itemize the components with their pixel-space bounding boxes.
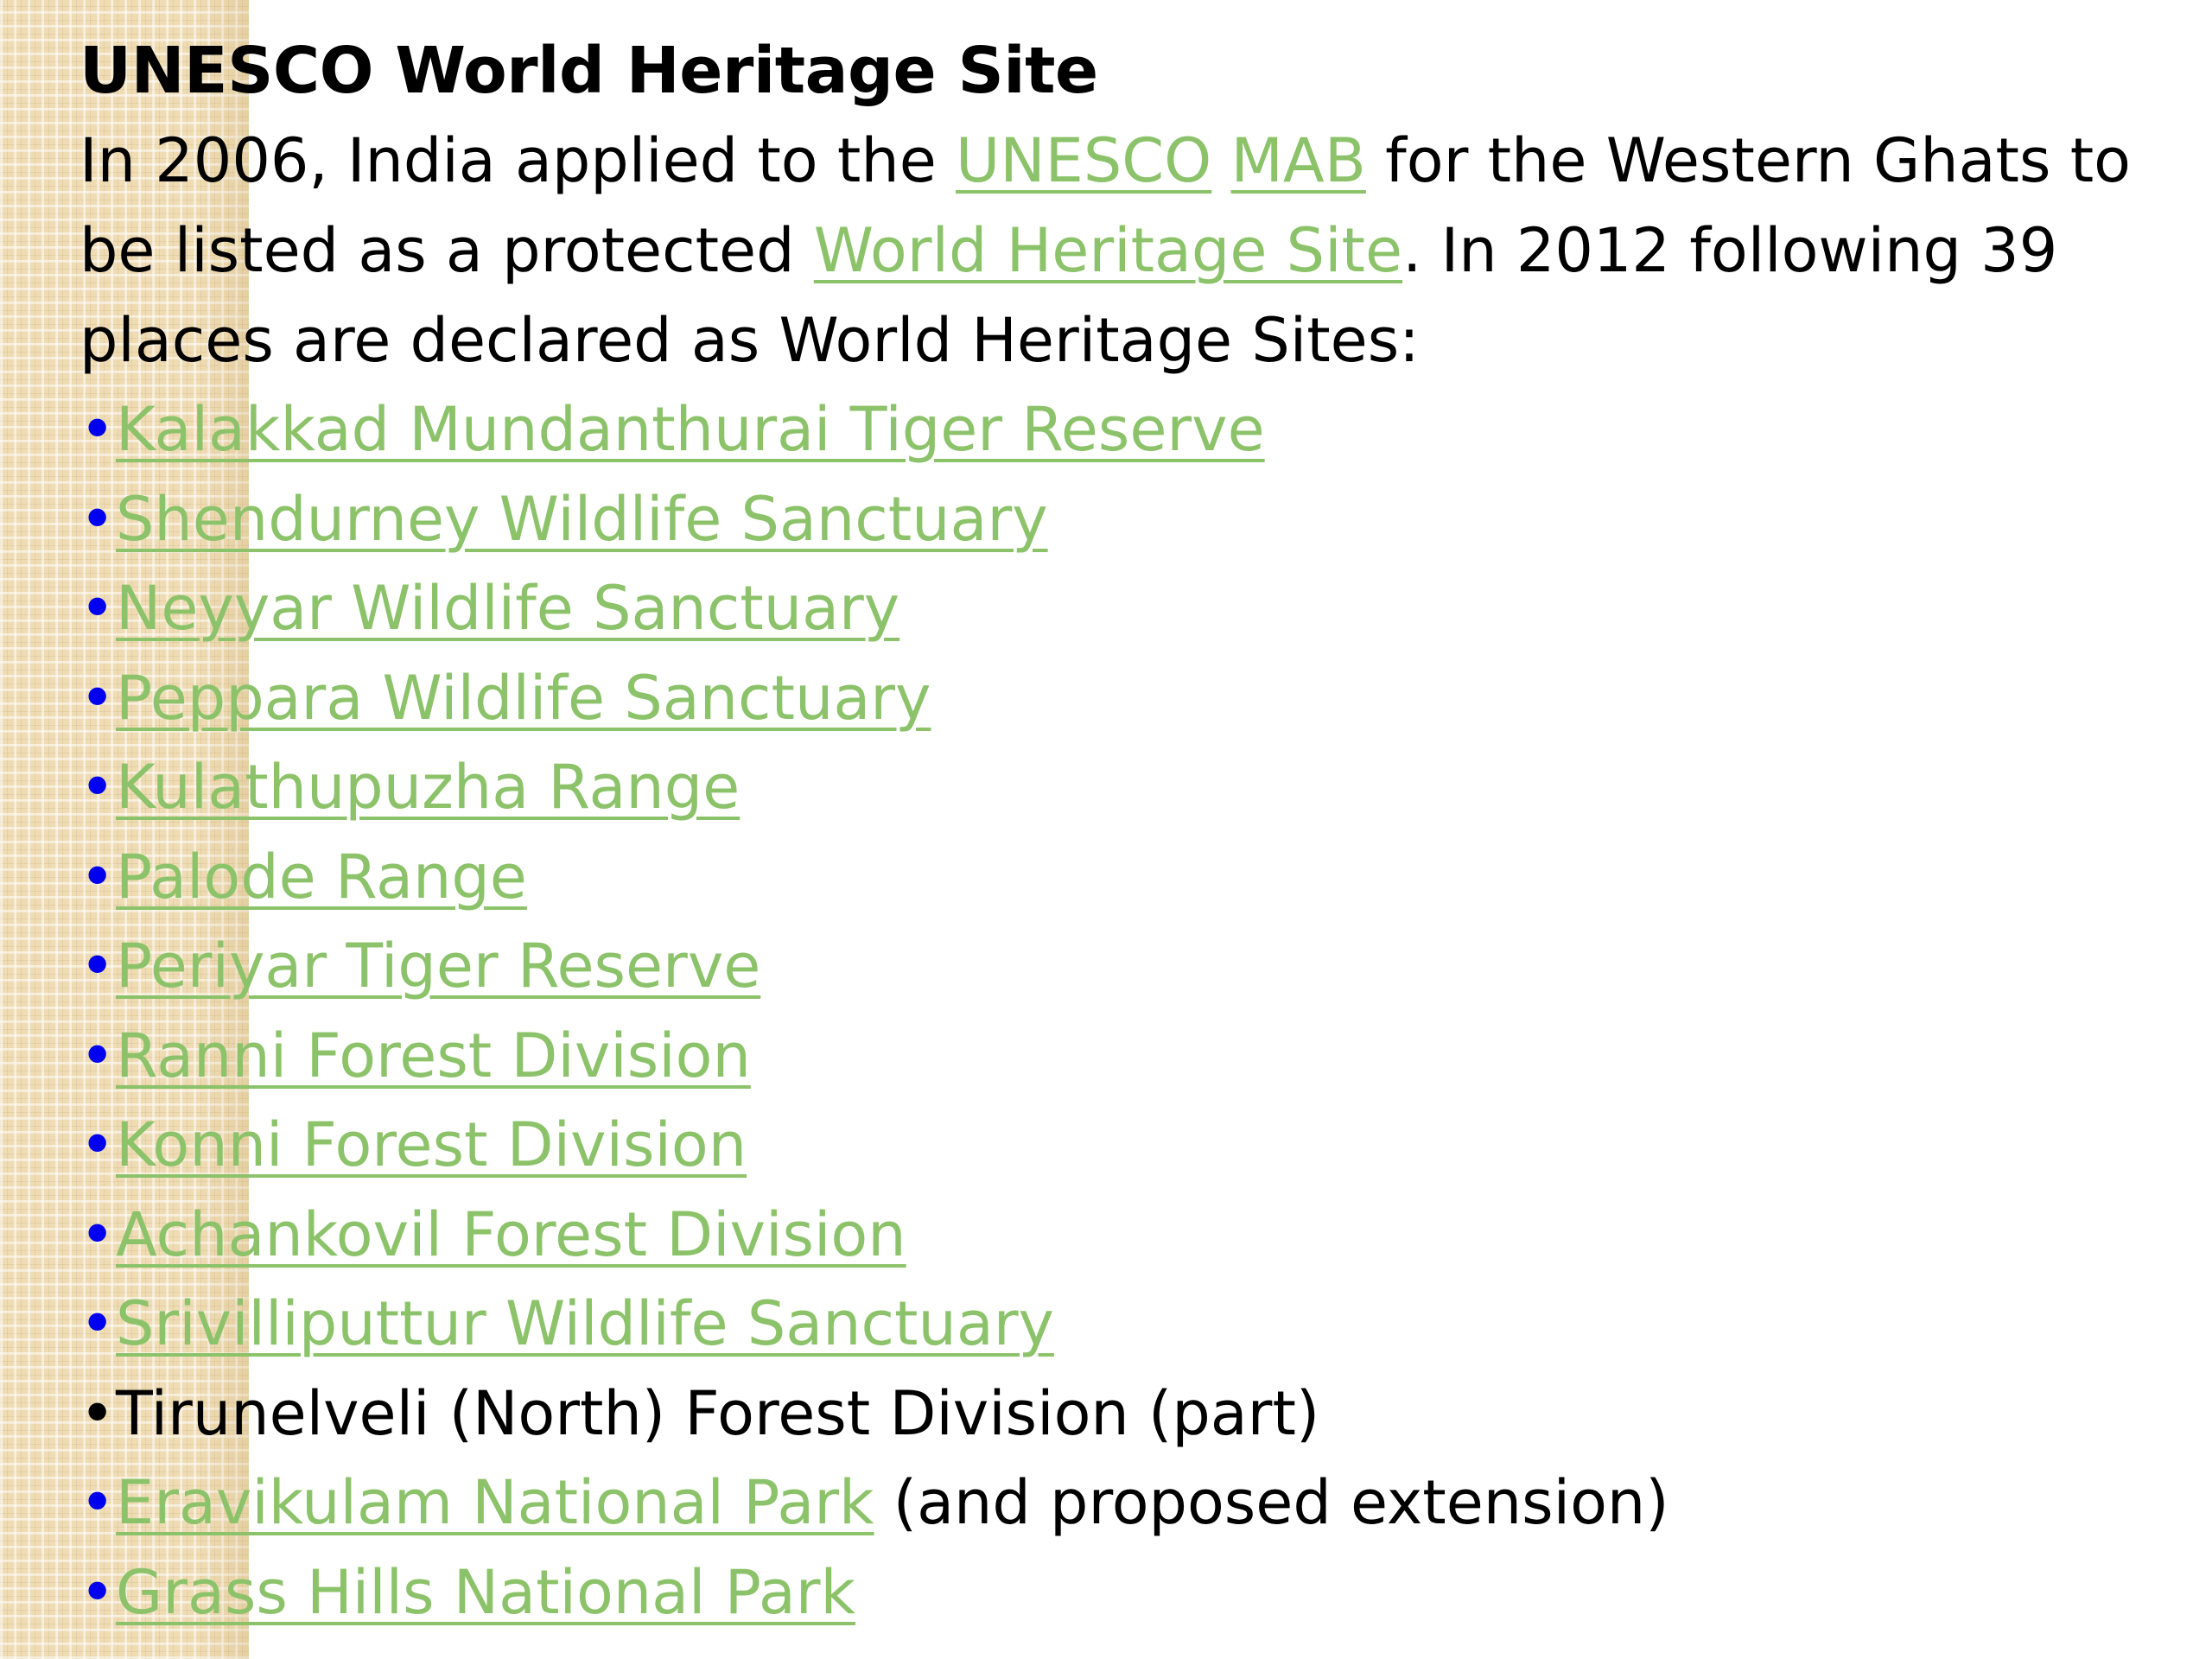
bullet-icon: • [79, 662, 116, 734]
site-list-item: •Tirunelveli (North) Forest Division (pa… [79, 1370, 2171, 1459]
site-link[interactable]: Shendurney Wildlife Sanctuary [116, 484, 1048, 555]
site-text: Tirunelveli (North) Forest Division (par… [116, 1377, 1320, 1449]
bullet-icon: • [79, 394, 116, 465]
intro-text-1: In 2006, India applied to the [79, 125, 957, 196]
bullet-icon: • [79, 1020, 116, 1091]
site-list-item: •Ranni Forest Division [79, 1012, 2171, 1102]
site-link[interactable]: Srivilliputtur Wildlife Sanctuary [116, 1288, 1054, 1359]
site-list-item: •Kulathupuzha Range [79, 743, 2171, 833]
world-heritage-site-link[interactable]: World Heritage Site [814, 215, 1402, 286]
bullet-icon: • [79, 1288, 116, 1359]
site-list-item: •Periyar Tiger Reserve [79, 922, 2171, 1012]
bullet-icon: • [79, 1467, 116, 1538]
site-list-item: •Konni Forest Division [79, 1101, 2171, 1191]
site-list-item: •Shendurney Wildlife Sanctuary [79, 475, 2171, 565]
site-link[interactable]: Ranni Forest Division [116, 1020, 751, 1091]
bullet-icon: • [79, 1556, 116, 1628]
mab-link[interactable]: MAB [1231, 125, 1366, 196]
bullet-icon: • [79, 931, 116, 1001]
site-link[interactable]: Eravikulam National Park [116, 1467, 874, 1538]
site-link[interactable]: Periyar Tiger Reserve [116, 931, 760, 1001]
bullet-icon: • [79, 1109, 116, 1180]
site-list-item: •Grass Hills National Park [79, 1548, 2171, 1638]
site-link[interactable]: Neyyar Wildlife Sanctuary [116, 573, 899, 644]
site-list-item: •Srivilliputtur Wildlife Sanctuary [79, 1280, 2171, 1370]
site-link[interactable]: Kalakkad Mundanthurai Tiger Reserve [116, 394, 1265, 465]
site-list-item: •Neyyar Wildlife Sanctuary [79, 564, 2171, 654]
intro-paragraph: In 2006, India applied to the UNESCO MAB… [79, 116, 2171, 385]
site-list-item: •Palode Range [79, 833, 2171, 923]
slide-content: UNESCO World Heritage Site In 2006, Indi… [79, 26, 2171, 1637]
bullet-icon: • [79, 1198, 116, 1270]
site-link[interactable]: Achankovil Forest Division [116, 1199, 906, 1270]
site-link[interactable]: Kulathupuzha Range [116, 752, 740, 823]
site-list-item: •Peppara Wildlife Sanctuary [79, 654, 2171, 744]
heritage-sites-list: •Kalakkad Mundanthurai Tiger Reserve •She… [79, 385, 2171, 1637]
site-list-item: •Achankovil Forest Division [79, 1191, 2171, 1281]
slide-title: UNESCO World Heritage Site [79, 34, 1098, 108]
site-link[interactable]: Konni Forest Division [116, 1109, 747, 1180]
site-link[interactable]: Grass Hills National Park [116, 1557, 855, 1628]
site-list-item: •Kalakkad Mundanthurai Tiger Reserve [79, 385, 2171, 475]
bullet-icon: • [79, 483, 116, 555]
bullet-icon: • [79, 573, 116, 644]
site-link[interactable]: Palode Range [116, 842, 527, 912]
intro-text-2 [1211, 125, 1230, 196]
site-link[interactable]: Peppara Wildlife Sanctuary [116, 663, 931, 734]
bullet-icon: • [79, 841, 116, 912]
site-note: (and proposed extension) [874, 1467, 1669, 1538]
site-list-item: •Eravikulam National Park (and proposed … [79, 1459, 2171, 1548]
bullet-icon: • [79, 752, 116, 823]
bullet-icon: • [79, 1377, 116, 1449]
unesco-link[interactable]: UNESCO [956, 125, 1211, 196]
